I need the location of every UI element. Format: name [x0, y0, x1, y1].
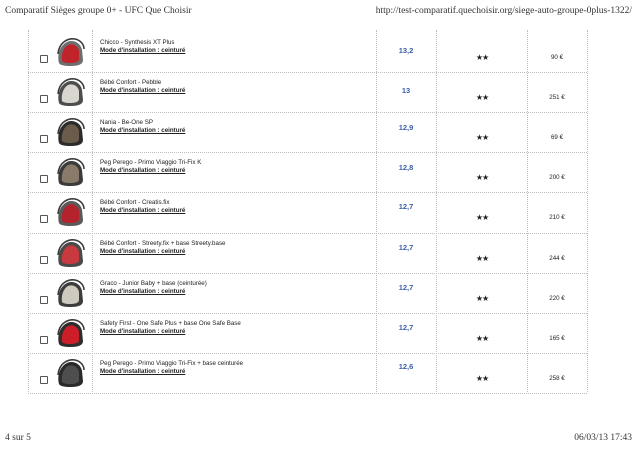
select-checkbox[interactable] — [40, 375, 48, 384]
car-seat-image — [57, 238, 85, 267]
table-row: Bébé Confort - Creatis.fix Mode d'install… — [0, 193, 638, 233]
print-footer-page: 4 sur 5 — [5, 433, 31, 443]
score-value: 12,8 — [398, 163, 414, 173]
installation-mode-link[interactable]: Mode d'installation : ceinturé — [100, 368, 185, 375]
rating-stars: ★★ — [475, 213, 489, 223]
table-row: Peg Perego - Primo Viaggio Tri-Fix + bas… — [0, 354, 638, 394]
table-row: Safety First - One Safe Plus + base One … — [0, 314, 638, 354]
product-name: Peg Perego - Primo Viaggio Tri-Fix + bas… — [100, 359, 244, 367]
select-checkbox[interactable] — [40, 175, 48, 184]
product-name: Bébé Confort - Creatis.fix — [100, 199, 170, 207]
select-checkbox[interactable] — [40, 215, 48, 224]
installation-mode-link[interactable]: Mode d'installation : ceinturé — [100, 248, 185, 255]
installation-mode-link[interactable]: Mode d'installation : ceinturé — [100, 288, 185, 295]
select-checkbox[interactable] — [40, 135, 48, 144]
price-value: 90 € — [550, 54, 564, 61]
installation-mode-link[interactable]: Mode d'installation : ceinturé — [100, 127, 185, 134]
car-seat-image — [57, 158, 85, 187]
score-value: 13,2 — [398, 46, 414, 55]
price-value: 210 € — [549, 214, 565, 222]
row-divider — [28, 392, 587, 394]
car-seat-image — [57, 38, 85, 66]
price-value: 69 € — [550, 134, 564, 142]
product-name: Bébé Confort - Streety.fix + base Street… — [100, 239, 226, 247]
table-row: Chicco - Synthesis XT Plus Mode d'install… — [0, 33, 638, 73]
score-value: 12,7 — [398, 202, 414, 212]
table-row: Bébé Confort - Streety.fix + base Street… — [0, 234, 638, 274]
car-seat-image — [57, 118, 85, 147]
car-seat-image — [57, 198, 85, 227]
price-value: 258 € — [549, 374, 565, 382]
score-value: 12,6 — [398, 361, 414, 371]
rating-stars: ★★ — [475, 293, 489, 303]
select-checkbox[interactable] — [40, 295, 48, 304]
installation-mode-link[interactable]: Mode d'installation : ceinturé — [100, 47, 185, 54]
price-value: 200 € — [549, 174, 565, 182]
installation-mode-link[interactable]: Mode d'installation : ceinturé — [100, 87, 185, 94]
price-value: 220 € — [549, 294, 565, 302]
installation-mode-link[interactable]: Mode d'installation : ceinturé — [100, 207, 185, 214]
rating-stars: ★★ — [475, 373, 489, 383]
product-name: Nania - Be-One SP — [100, 119, 153, 127]
print-header-title: Comparatif Sièges groupe 0+ - UFC Que Ch… — [5, 6, 192, 16]
product-name: Peg Perego - Primo Viaggio Tri-Fix K — [100, 159, 202, 167]
rating-stars: ★★ — [475, 133, 489, 143]
price-value: 165 € — [549, 334, 565, 342]
rating-stars: ★★ — [475, 333, 489, 343]
installation-mode-link[interactable]: Mode d'installation : ceinturé — [100, 167, 185, 174]
price-value: 251 € — [549, 94, 565, 102]
table-row: Bébé Confort - Pebble Mode d'installation… — [0, 73, 638, 113]
score-value: 12,7 — [398, 242, 414, 252]
rating-stars: ★★ — [475, 93, 489, 103]
select-checkbox[interactable] — [40, 95, 48, 104]
product-name: Chicco - Synthesis XT Plus — [100, 39, 175, 46]
car-seat-image — [57, 358, 85, 387]
car-seat-image — [57, 78, 85, 107]
select-checkbox[interactable] — [40, 335, 48, 344]
rating-stars: ★★ — [475, 173, 489, 183]
rating-stars: ★★ — [475, 53, 489, 62]
select-checkbox[interactable] — [40, 55, 48, 63]
table-row: Nania - Be-One SP Mode d'installation : c… — [0, 113, 638, 153]
product-name: Bébé Confort - Pebble — [100, 79, 162, 87]
select-checkbox[interactable] — [40, 255, 48, 264]
installation-mode-link[interactable]: Mode d'installation : ceinturé — [100, 328, 185, 335]
score-value: 12,7 — [398, 282, 414, 292]
print-footer-datetime: 06/03/13 17:43 — [574, 433, 632, 443]
score-value: 12,9 — [398, 123, 414, 133]
print-header-url: http://test-comparatif.quechoisir.org/si… — [375, 6, 632, 16]
score-value: 12,7 — [398, 322, 414, 332]
product-name: Graco - Junior Baby + base (ceinturée) — [100, 279, 207, 287]
car-seat-image — [57, 278, 85, 307]
product-name: Safety First - One Safe Plus + base One … — [100, 319, 241, 327]
price-value: 244 € — [549, 254, 565, 262]
rating-stars: ★★ — [475, 253, 489, 263]
car-seat-image — [57, 318, 85, 347]
table-row: Peg Perego - Primo Viaggio Tri-Fix K Mode… — [0, 153, 638, 193]
table-row: Graco - Junior Baby + base (ceinturée) Mo… — [0, 274, 638, 314]
score-value: 13 — [401, 86, 411, 96]
